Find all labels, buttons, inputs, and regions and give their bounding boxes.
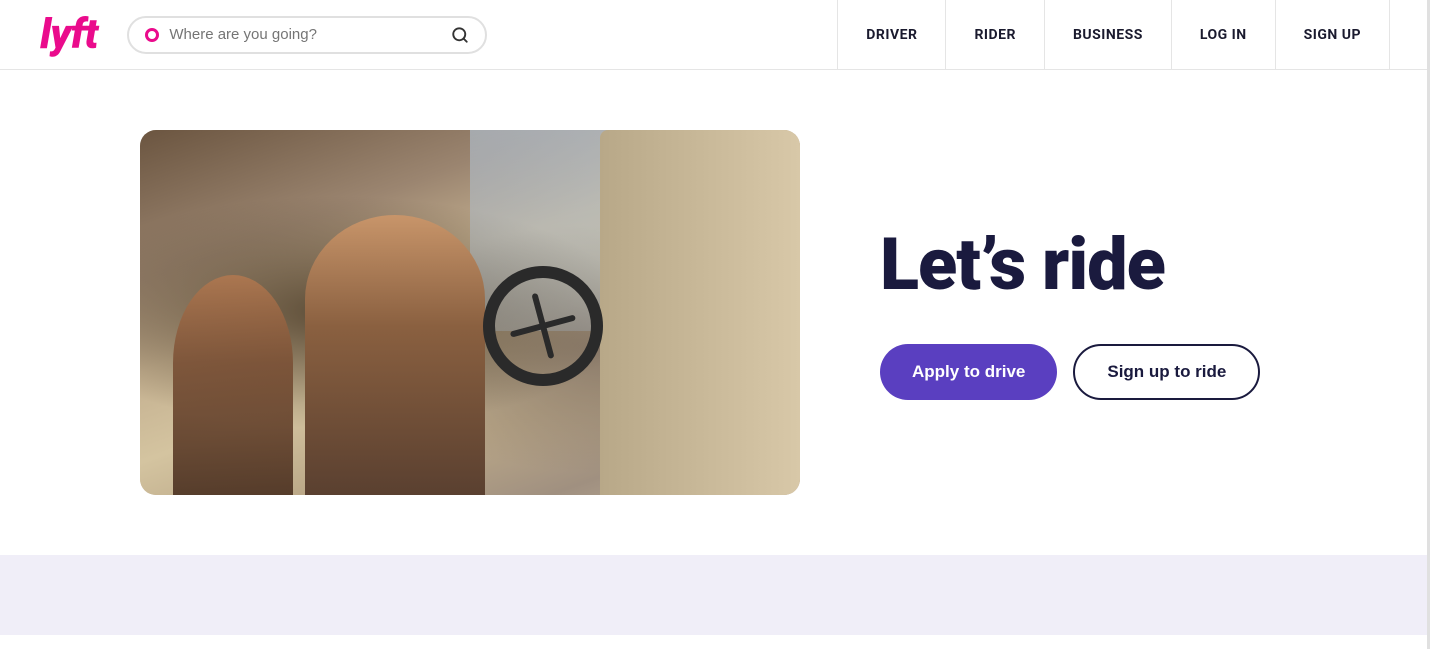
passenger-figure bbox=[173, 275, 293, 495]
search-icon bbox=[451, 26, 469, 44]
nav-item-signup[interactable]: SIGN UP bbox=[1275, 0, 1390, 70]
nav-item-rider[interactable]: RIDER bbox=[945, 0, 1044, 70]
logo[interactable]: lyft bbox=[40, 14, 97, 56]
search-input[interactable] bbox=[169, 26, 441, 43]
main-content: Let’s ride Apply to drive Sign up to rid… bbox=[0, 70, 1430, 555]
car-seat bbox=[600, 130, 800, 495]
car-interior-scene bbox=[140, 130, 800, 495]
main-nav: DRIVER RIDER BUSINESS LOG IN SIGN UP bbox=[837, 0, 1390, 69]
nav-item-driver[interactable]: DRIVER bbox=[837, 0, 945, 70]
nav-item-login[interactable]: LOG IN bbox=[1171, 0, 1275, 70]
driver-figure bbox=[305, 215, 485, 495]
footer-area bbox=[0, 555, 1430, 635]
hero-text-area: Let’s ride Apply to drive Sign up to rid… bbox=[880, 225, 1350, 400]
location-dot-icon bbox=[145, 28, 159, 42]
logo-text: lyft bbox=[40, 10, 97, 59]
search-button[interactable] bbox=[451, 26, 469, 44]
search-area bbox=[127, 16, 487, 54]
nav-item-business[interactable]: BUSINESS bbox=[1044, 0, 1171, 70]
header: lyft DRIVER RIDER BUSINESS LOG IN SIGN U… bbox=[0, 0, 1430, 70]
apply-to-drive-button[interactable]: Apply to drive bbox=[880, 344, 1057, 400]
sign-up-to-ride-button[interactable]: Sign up to ride bbox=[1073, 344, 1260, 400]
hero-image bbox=[140, 130, 800, 495]
search-box bbox=[127, 16, 487, 54]
hero-buttons: Apply to drive Sign up to ride bbox=[880, 344, 1350, 400]
hero-heading: Let’s ride bbox=[880, 225, 1350, 304]
